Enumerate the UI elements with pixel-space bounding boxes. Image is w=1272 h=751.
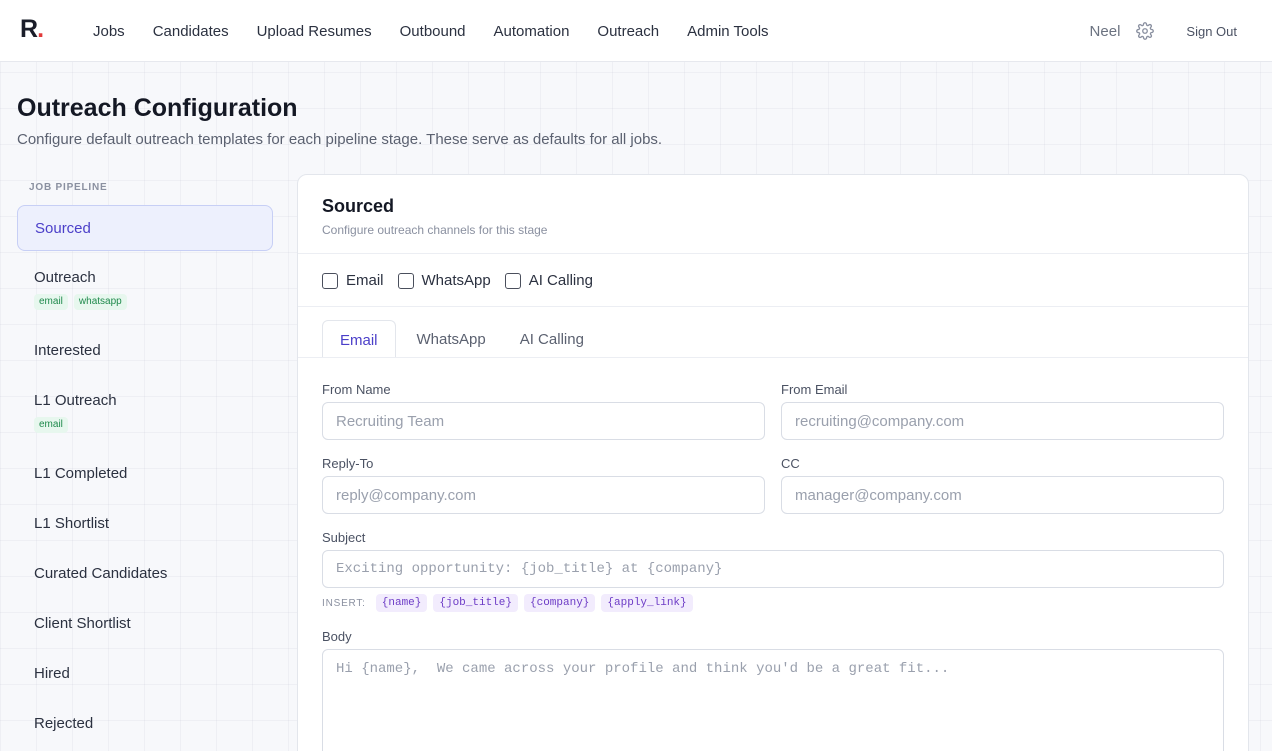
checkbox-label: Email — [346, 272, 384, 289]
divider — [298, 253, 1248, 254]
token-name[interactable]: {name} — [375, 594, 428, 612]
page-subtitle: Configure default outreach templates for… — [17, 131, 663, 148]
gear-icon[interactable] — [1136, 22, 1155, 40]
checkbox-whatsapp[interactable]: WhatsApp — [397, 272, 491, 289]
checkbox-label: AI Calling — [528, 272, 593, 289]
cc-label: CC — [781, 456, 800, 471]
nav-automation[interactable]: Automation — [494, 23, 570, 40]
stage-item-l1-outreach[interactable]: L1 Outreach email — [17, 382, 273, 442]
nav-jobs[interactable]: Jobs — [93, 23, 125, 40]
stage-config-card: Sourced Configure outreach channels for … — [297, 174, 1249, 751]
stage-name: Client Shortlist — [34, 615, 131, 632]
channel-chip-email: email — [34, 294, 68, 310]
stage-item-hired[interactable]: Hired — [17, 654, 273, 694]
tab-email[interactable]: Email — [322, 320, 396, 358]
reply-to-label: Reply-To — [322, 456, 374, 471]
from-email-input[interactable] — [781, 402, 1224, 440]
cc-input[interactable] — [781, 476, 1224, 514]
reply-to-input[interactable] — [322, 476, 765, 514]
app-logo[interactable]: R. — [20, 15, 44, 44]
channel-chip-email: email — [34, 417, 68, 433]
checkbox-label: WhatsApp — [421, 272, 491, 289]
token-company[interactable]: {company} — [524, 594, 596, 612]
stage-item-l1-shortlist[interactable]: L1 Shortlist — [17, 504, 273, 544]
logo-dot: . — [37, 15, 44, 43]
nav-outreach[interactable]: Outreach — [597, 23, 659, 40]
checkbox-box[interactable] — [397, 272, 414, 289]
stage-item-interested[interactable]: Interested — [17, 331, 273, 371]
stage-subtitle: Configure outreach channels for this sta… — [322, 223, 548, 237]
stage-item-sourced[interactable]: Sourced — [17, 205, 273, 251]
stage-item-rejected[interactable]: Rejected — [17, 704, 273, 744]
checkbox-ai-calling[interactable]: AI Calling — [504, 272, 593, 289]
main-nav: Jobs Candidates Upload Resumes Outbound … — [93, 0, 797, 62]
tab-ai-calling[interactable]: AI Calling — [503, 320, 601, 358]
checkbox-box[interactable] — [322, 272, 338, 289]
checkbox-box[interactable] — [504, 272, 521, 289]
stage-name: Outreach — [34, 269, 96, 286]
token-job-title[interactable]: {job_title} — [433, 594, 518, 612]
top-nav-bar: R. Jobs Candidates Upload Resumes Outbou… — [0, 0, 1272, 62]
from-name-label: From Name — [322, 382, 391, 397]
from-email-label: From Email — [781, 382, 848, 397]
insert-label: INSERT: — [322, 597, 366, 609]
stage-name: L1 Outreach — [34, 392, 117, 409]
divider — [298, 306, 1248, 307]
body-textarea[interactable] — [322, 649, 1224, 751]
stage-item-outreach[interactable]: Outreach email whatsapp — [17, 259, 273, 319]
stage-item-client-shortlist[interactable]: Client Shortlist — [17, 604, 273, 644]
from-name-input[interactable] — [322, 402, 765, 440]
stage-name: L1 Shortlist — [34, 515, 110, 532]
stage-item-l1-completed[interactable]: L1 Completed — [17, 454, 273, 494]
stage-channel-chips: email — [34, 417, 74, 433]
nav-admin-tools[interactable]: Admin Tools — [687, 23, 768, 40]
nav-candidates[interactable]: Candidates — [153, 23, 229, 40]
stage-name: Hired — [34, 665, 70, 682]
logo-letter: R — [20, 15, 38, 43]
channel-tabs: Email WhatsApp AI Calling — [322, 320, 601, 358]
channel-checkboxes: Email WhatsApp AI Calling — [322, 272, 607, 289]
checkbox-email[interactable]: Email — [322, 272, 384, 289]
page-title: Outreach Configuration — [17, 94, 298, 122]
body-label: Body — [322, 629, 352, 644]
subject-input[interactable] — [322, 550, 1224, 588]
insert-variables-row: INSERT: {name} {job_title} {company} {ap… — [322, 594, 699, 612]
subject-label: Subject — [322, 530, 366, 545]
sign-out-button[interactable]: Sign Out — [1186, 24, 1237, 39]
nav-upload-resumes[interactable]: Upload Resumes — [257, 23, 372, 40]
stage-item-curated-candidates[interactable]: Curated Candidates — [17, 554, 273, 594]
nav-outbound[interactable]: Outbound — [400, 23, 466, 40]
pipeline-section-label: JOB PIPELINE — [29, 182, 108, 193]
stage-channel-chips: email whatsapp — [34, 294, 133, 310]
tabs-divider — [298, 357, 1248, 358]
stage-name: Curated Candidates — [34, 565, 168, 582]
tab-whatsapp[interactable]: WhatsApp — [400, 320, 503, 358]
stage-name: Rejected — [34, 715, 94, 732]
stage-name: L1 Completed — [34, 465, 128, 482]
token-apply-link[interactable]: {apply_link} — [601, 594, 693, 612]
stage-name: Interested — [34, 342, 101, 359]
stage-title: Sourced — [322, 196, 395, 216]
channel-chip-whatsapp: whatsapp — [73, 294, 127, 310]
nav-right: Neel Sign Out — [1090, 0, 1237, 62]
user-name: Neel — [1089, 22, 1121, 40]
stage-name: Sourced — [35, 220, 91, 237]
